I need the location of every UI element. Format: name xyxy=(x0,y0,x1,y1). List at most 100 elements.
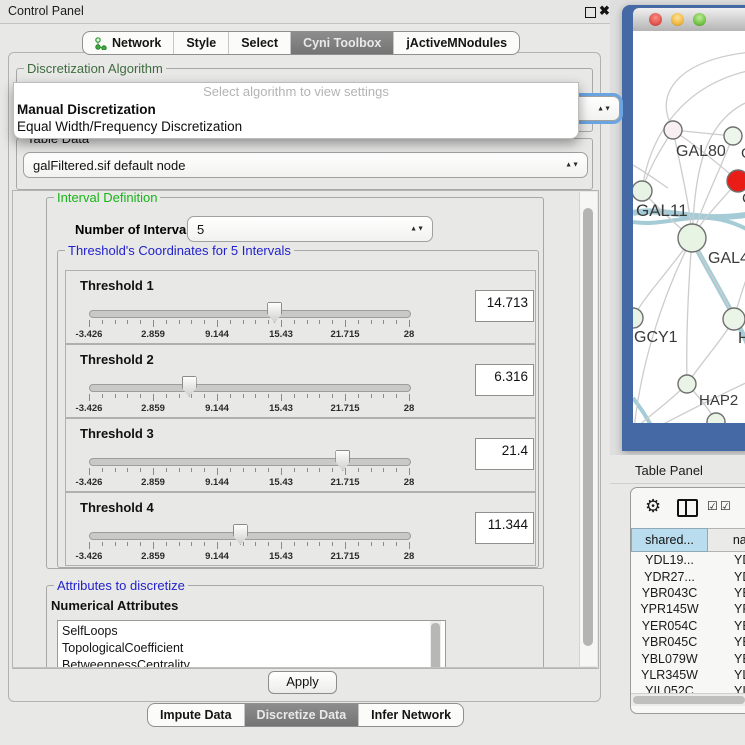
tab-infer-network[interactable]: Infer Network xyxy=(358,704,463,726)
slider-tick xyxy=(383,542,384,546)
table-row[interactable]: YPR145WYPR1 xyxy=(631,601,745,617)
threshold-4-row: Threshold 4 -3.4262.8599.14415.4321.7152… xyxy=(65,492,536,566)
table-row[interactable]: YBR045CYBR0 xyxy=(631,634,745,650)
tab-impute-data[interactable]: Impute Data xyxy=(148,704,244,726)
threshold-4-slider-track[interactable] xyxy=(89,532,411,540)
slider-tick xyxy=(345,468,346,475)
threshold-1-value-field[interactable]: 14.713 xyxy=(475,290,534,322)
threshold-3-value-field[interactable]: 21.4 xyxy=(475,438,534,470)
slider-tick xyxy=(230,468,231,472)
tab-select[interactable]: Select xyxy=(228,32,290,54)
dropdown-option-manual-discretization[interactable]: Manual Discretization xyxy=(14,101,578,118)
network-node[interactable] xyxy=(633,308,643,328)
slider-tick-label: 28 xyxy=(404,551,415,562)
attributes-scrollbar-thumb[interactable] xyxy=(431,623,440,669)
slider-tick-labels: -3.4262.8599.14415.4321.71528 xyxy=(89,551,409,562)
network-node[interactable] xyxy=(678,224,706,252)
slider-tick xyxy=(153,394,154,401)
numerical-attributes-heading: Numerical Attributes xyxy=(51,598,178,613)
dropdown-option-equal-width-frequency[interactable]: Equal Width/Frequency Discretization xyxy=(14,118,578,135)
table-scrollbar-thumb[interactable] xyxy=(633,696,745,704)
table-row[interactable]: YBR043CYBR0 xyxy=(631,585,745,601)
tab-infer-network-label: Infer Network xyxy=(371,708,451,722)
network-node-label: GAL4 xyxy=(708,250,745,267)
tab-style[interactable]: Style xyxy=(173,32,228,54)
slider-tick xyxy=(409,542,410,549)
network-node[interactable] xyxy=(678,375,696,393)
slider-tick xyxy=(281,320,282,327)
attributes-scrollbar[interactable] xyxy=(430,621,441,669)
table-row[interactable]: YDL19...YDL1 xyxy=(631,552,745,568)
tab-discretize-data[interactable]: Discretize Data xyxy=(244,704,359,726)
threshold-3-slider-track[interactable] xyxy=(89,458,411,466)
slider-tick-labels: -3.4262.8599.14415.4321.71528 xyxy=(89,403,409,414)
slider-tick xyxy=(319,468,320,472)
columns-icon[interactable] xyxy=(677,499,698,517)
checkbox-icon[interactable]: ☑ xyxy=(720,499,731,513)
table-row[interactable]: YBL079WYBL0 xyxy=(631,650,745,666)
slider-tick xyxy=(281,394,282,401)
column-header-shared-name[interactable]: shared... xyxy=(631,528,708,552)
table-row[interactable]: YER054CYER0 xyxy=(631,618,745,634)
slider-tick xyxy=(179,468,180,472)
table-horizontal-scrollbar[interactable] xyxy=(631,693,745,706)
slider-tick xyxy=(371,320,372,324)
network-node-label: GCY1 xyxy=(634,329,678,346)
threshold-2-value-field[interactable]: 6.316 xyxy=(475,364,534,396)
float-window-icon[interactable] xyxy=(585,7,596,18)
slider-tick-label: -3.426 xyxy=(76,551,103,562)
stepper-arrows-icon: ▲▼ xyxy=(410,226,424,232)
tab-cyni-toolbox[interactable]: Cyni Toolbox xyxy=(290,32,393,54)
close-icon[interactable]: ✖ xyxy=(599,3,610,19)
slider-tick xyxy=(383,468,384,472)
threshold-3-label: Threshold 3 xyxy=(80,426,154,441)
attribute-item[interactable]: TopologicalCoefficient xyxy=(62,640,445,657)
network-canvas[interactable]: GAL80GACGAL11GAL4GCY1HHAP2 xyxy=(633,31,745,423)
checkbox-icon[interactable]: ☑ xyxy=(707,499,718,513)
slider-tick-label: 21.715 xyxy=(330,551,359,562)
network-node[interactable] xyxy=(724,127,742,145)
threshold-2-slider-track[interactable] xyxy=(89,384,411,392)
gear-icon[interactable]: ⚙ xyxy=(645,496,661,517)
tab-jactivemnodules[interactable]: jActiveMNodules xyxy=(393,32,519,54)
slider-tick xyxy=(319,320,320,324)
network-node[interactable] xyxy=(723,308,745,330)
apply-button[interactable]: Apply xyxy=(268,671,337,694)
window-close-light[interactable] xyxy=(649,13,662,26)
threshold-coordinates-title: Threshold's Coordinates for 5 Intervals xyxy=(65,243,294,258)
table-row[interactable]: YLR345WYLR3 xyxy=(631,667,745,683)
window-zoom-light[interactable] xyxy=(693,13,706,26)
network-node[interactable] xyxy=(664,121,682,139)
table-panel-title: Table Panel xyxy=(635,463,703,478)
threshold-4-value-field[interactable]: 11.344 xyxy=(475,512,534,544)
tab-network[interactable]: Network xyxy=(83,32,173,54)
slider-tick xyxy=(140,320,141,324)
slider-tick xyxy=(358,394,359,398)
slider-tick xyxy=(268,542,269,546)
network-node[interactable] xyxy=(727,170,745,192)
table-row[interactable]: YDR27...YDR2 xyxy=(631,568,745,584)
column-header-name[interactable]: name xyxy=(708,528,745,552)
network-node[interactable] xyxy=(707,413,725,423)
settings-vertical-scrollbar[interactable] xyxy=(579,192,597,666)
cell-shared-name: YBR045C xyxy=(631,635,708,649)
settings-scrollbar-thumb[interactable] xyxy=(583,208,593,646)
slider-tick-labels: -3.4262.8599.14415.4321.71528 xyxy=(89,477,409,488)
attribute-item[interactable]: SelfLoops xyxy=(62,623,445,640)
slider-tick-label: 15.43 xyxy=(269,477,293,488)
slider-tick xyxy=(127,542,128,546)
threshold-1-slider-track[interactable] xyxy=(89,310,411,318)
tab-select-label: Select xyxy=(241,36,278,50)
slider-tick xyxy=(204,468,205,472)
table-data-select[interactable]: galFiltered.sif default node ▲▼ xyxy=(23,152,588,178)
slider-tick xyxy=(204,320,205,324)
network-node[interactable] xyxy=(633,181,652,201)
tab-jactivemnodules-label: jActiveMNodules xyxy=(406,36,507,50)
interval-definition-title: Interval Definition xyxy=(54,190,160,205)
divider xyxy=(610,483,745,484)
tab-discretize-data-label: Discretize Data xyxy=(257,708,347,722)
number-of-intervals-select[interactable]: 5 ▲▼ xyxy=(187,216,433,242)
slider-tick xyxy=(89,320,90,327)
window-minimize-light[interactable] xyxy=(671,13,684,26)
cell-shared-name: YBL079W xyxy=(631,652,708,666)
